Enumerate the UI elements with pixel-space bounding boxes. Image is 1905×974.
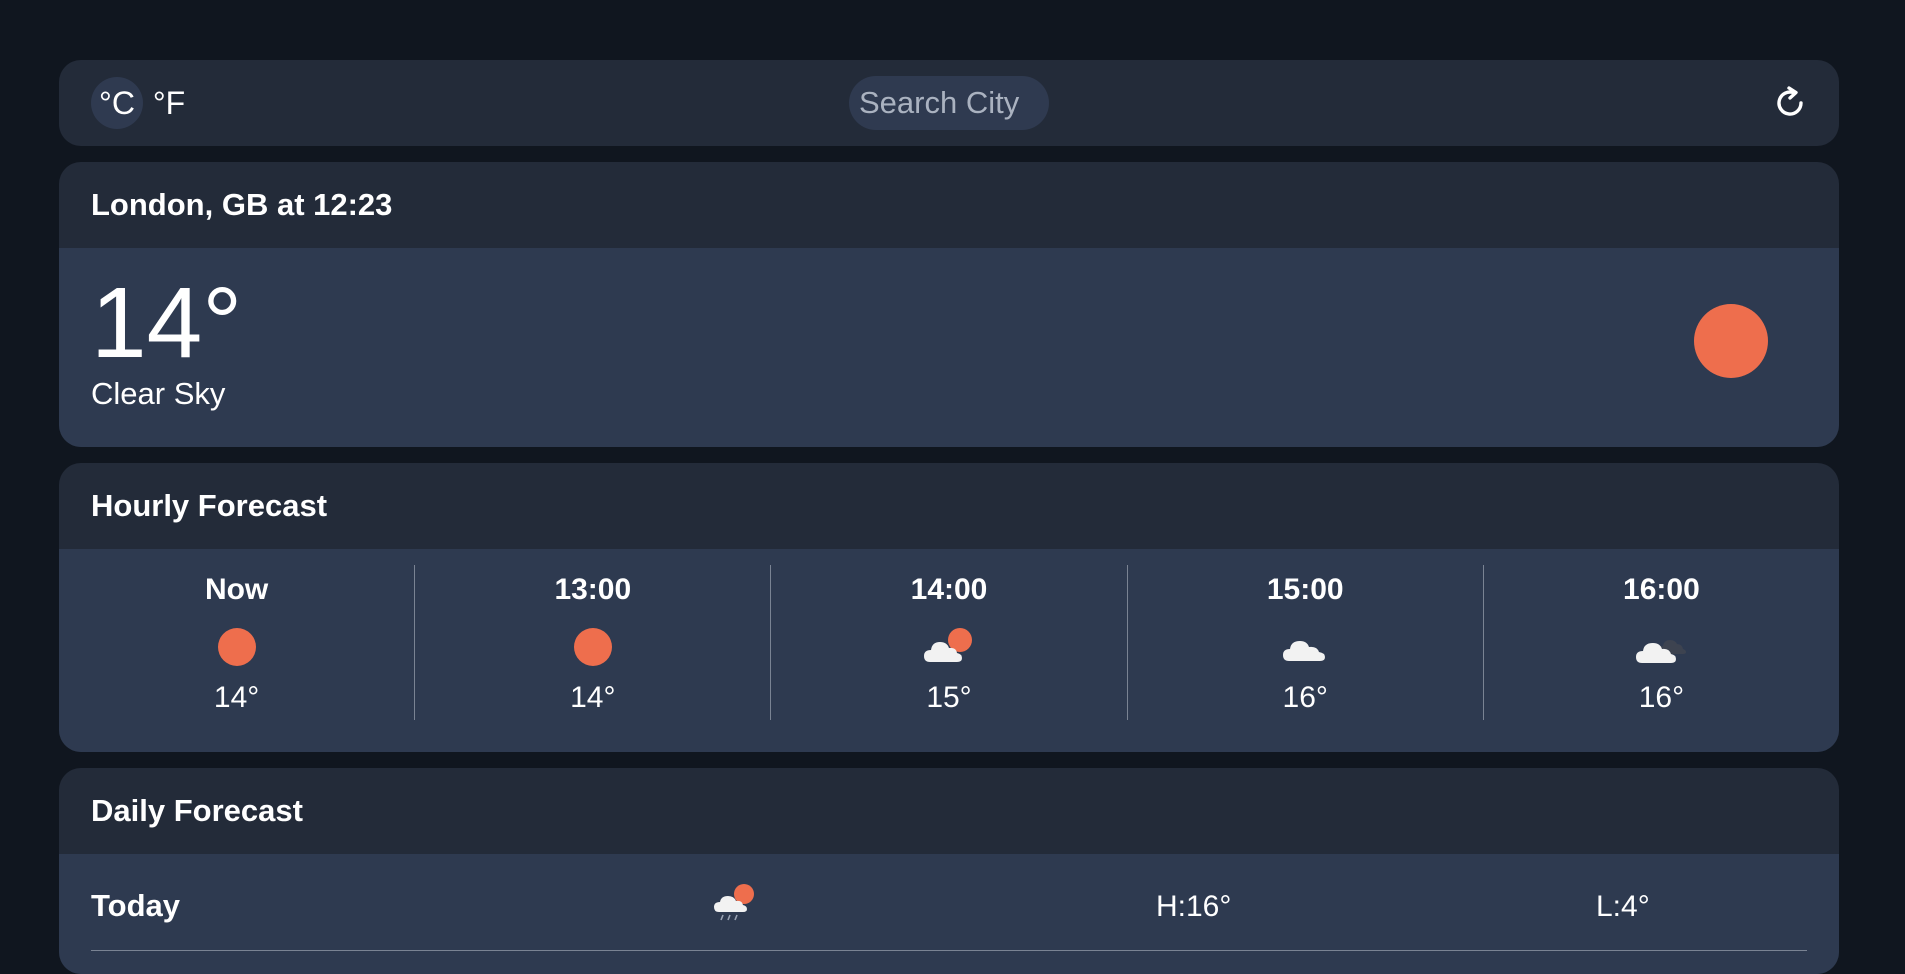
hourly-forecast-title: Hourly Forecast xyxy=(91,488,328,523)
hourly-forecast-list: Now 14° 13:00 14° 14:00 15° 15:00 16° 16… xyxy=(59,549,1839,752)
current-weather-card: London, GB at 12:23 14° Clear Sky xyxy=(59,162,1839,447)
weather-app: °C °F London, GB at 12:23 14° Clear Sky … xyxy=(59,60,1839,974)
hourly-item: 15:00 16° xyxy=(1128,565,1484,720)
hour-temperature: 16° xyxy=(1638,681,1685,714)
daily-forecast-card: Daily Forecast Today H:16° L:4° xyxy=(59,768,1839,974)
sun-icon xyxy=(573,628,612,666)
refresh-icon xyxy=(1777,86,1803,116)
hour-temperature: 16° xyxy=(1282,681,1328,714)
sun-icon xyxy=(217,628,256,666)
hour-temperature: 14° xyxy=(570,681,616,714)
hour-temperature: 15° xyxy=(926,681,972,714)
hourly-item: Now 14° xyxy=(59,565,416,720)
daily-forecast-title: Daily Forecast xyxy=(91,793,303,828)
hourly-item: 14:00 15° xyxy=(771,565,1128,720)
daily-row: Today H:16° L:4° xyxy=(91,854,1807,951)
current-weather-body: 14° Clear Sky xyxy=(59,248,1839,447)
sun-icon xyxy=(1694,304,1768,378)
hourly-forecast-card: Hourly Forecast Now 14° 13:00 14° 14:00 xyxy=(59,463,1839,752)
top-bar: °C °F xyxy=(59,60,1839,146)
day-label: Today xyxy=(91,888,180,923)
fahrenheit-button[interactable]: °F xyxy=(149,77,189,129)
daily-forecast-list: Today H:16° L:4° xyxy=(59,854,1839,974)
hour-label: 16:00 xyxy=(1623,573,1700,606)
day-low-temperature: L:4° xyxy=(1596,890,1650,923)
day-high-temperature: H:16° xyxy=(1156,890,1232,923)
unit-toggle: °C °F xyxy=(91,77,189,129)
hour-label: 14:00 xyxy=(910,573,988,606)
location-title: London, GB at 12:23 xyxy=(91,187,393,222)
rain-sun-icon xyxy=(714,884,754,921)
hourly-item: 13:00 14° xyxy=(415,565,772,720)
hour-label: Now xyxy=(204,573,269,606)
celsius-button[interactable]: °C xyxy=(91,77,143,129)
search-city-input[interactable] xyxy=(849,76,1049,130)
hour-label: 15:00 xyxy=(1266,573,1344,606)
cloud-icon xyxy=(1283,641,1326,661)
broken-clouds-icon xyxy=(1636,640,1687,663)
refresh-button[interactable] xyxy=(1763,76,1817,130)
hour-temperature: 14° xyxy=(213,681,260,714)
current-description: Clear Sky xyxy=(91,376,226,411)
partly-cloudy-icon xyxy=(924,628,972,662)
hour-label: 13:00 xyxy=(554,573,632,606)
current-temperature: 14° xyxy=(91,267,243,379)
hourly-item: 16:00 16° xyxy=(1484,565,1839,720)
